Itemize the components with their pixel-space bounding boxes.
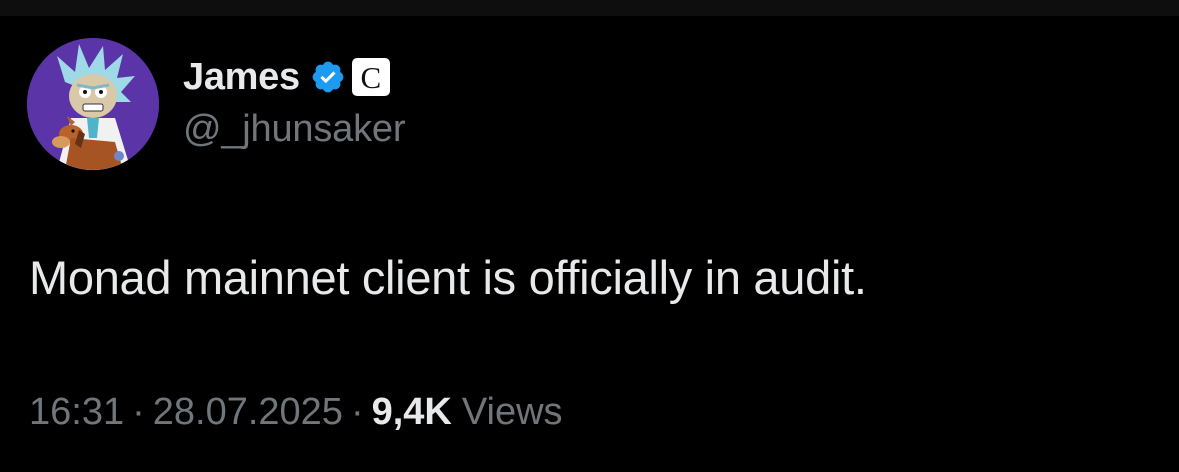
views-label[interactable]: Views [462,391,563,434]
avatar-illustration [27,38,159,170]
author-display-name[interactable]: James [183,56,300,99]
affiliate-badge-letter: C [360,60,382,95]
verified-badge-icon[interactable] [310,59,346,95]
meta-separator: · [350,391,364,433]
tweet-date[interactable]: 28.07.2025 [153,391,343,434]
top-strip [0,0,1179,16]
tweet-meta: 16:31 · 28.07.2025 · 9,4K Views [29,391,563,434]
tweet-time[interactable]: 16:31 [29,391,124,434]
avatar[interactable] [27,38,159,170]
author-name-row: James C [183,54,390,100]
affiliate-badge-icon[interactable]: C [351,58,390,96]
tweet-text: Monad mainnet client is officially in au… [29,251,867,304]
author-handle[interactable]: @_jhunsaker [183,108,405,151]
views-count[interactable]: 9,4K [372,391,452,434]
meta-separator: · [132,391,145,433]
